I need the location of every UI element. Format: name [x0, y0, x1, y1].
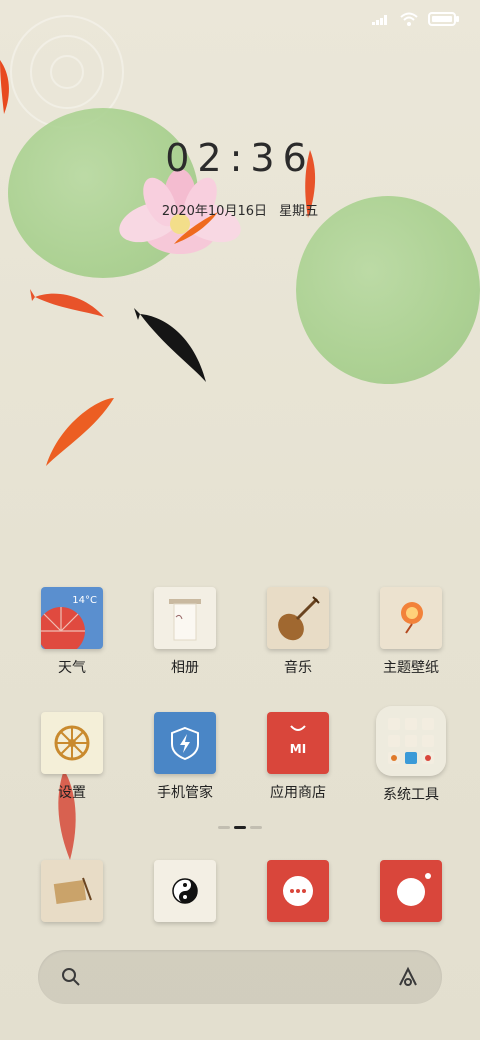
pipa-icon [267, 587, 329, 649]
page-dot-active[interactable] [234, 826, 246, 829]
search-icon[interactable] [60, 966, 82, 988]
messaging-icon [267, 860, 329, 922]
lockscreen-clock: 02:36 [165, 136, 315, 180]
app-music[interactable]: 音乐 [243, 587, 353, 677]
lantern-icon [380, 587, 442, 649]
ripple [50, 55, 84, 89]
battery-icon [428, 12, 459, 26]
app-weather[interactable]: 14°C 天气 [17, 587, 127, 677]
app-folder-tools[interactable]: 系统工具 [356, 706, 466, 804]
lily-pad [296, 196, 480, 384]
app-settings[interactable]: 设置 [17, 712, 127, 802]
folder-icon [376, 706, 446, 776]
page-indicator [0, 826, 480, 829]
wheel-icon [41, 712, 103, 774]
gallery-icon [154, 587, 216, 649]
status-bar [0, 0, 480, 40]
camera-icon [380, 860, 442, 922]
koi-fish-black [134, 308, 206, 382]
app-label: 系统工具 [383, 787, 439, 803]
app-label: 设置 [58, 785, 86, 801]
store-mark: MI [289, 742, 307, 756]
app-label: 天气 [58, 660, 86, 676]
weekday-text: 星期五 [279, 204, 319, 219]
koi-fish-orange [46, 398, 114, 466]
search-bar[interactable] [38, 950, 442, 1004]
scroll-icon [41, 860, 103, 922]
signal-icon [372, 15, 387, 25]
app-label: 应用商店 [270, 785, 326, 801]
app-label: 主题壁纸 [383, 660, 439, 676]
app-store[interactable]: MI 应用商店 [243, 712, 353, 802]
weather-umbrella-icon: 14°C [41, 587, 103, 649]
wifi-icon [400, 12, 418, 26]
app-themes[interactable]: 主题壁纸 [356, 587, 466, 677]
dock-app-scroll[interactable] [17, 860, 127, 922]
assistant-icon[interactable] [396, 965, 420, 989]
koi-fish-edge [0, 60, 9, 114]
dock-app-yinyang[interactable] [130, 860, 240, 922]
page-dot[interactable] [250, 826, 262, 829]
app-security[interactable]: 手机管家 [130, 712, 240, 802]
app-gallery[interactable]: 相册 [130, 587, 240, 677]
weather-temperature: 14°C [72, 595, 97, 606]
lockscreen-date: 2020年10月16日 星期五 [0, 200, 480, 219]
date-text: 2020年10月16日 [161, 204, 267, 219]
app-label: 手机管家 [157, 785, 213, 801]
yin-yang-icon [154, 860, 216, 922]
dock-app-camera[interactable] [356, 860, 466, 922]
shield-bolt-icon [154, 712, 216, 774]
page-dot[interactable] [218, 826, 230, 829]
dock-app-messaging[interactable] [243, 860, 353, 922]
app-label: 相册 [171, 660, 199, 676]
koi-fish-red [30, 289, 104, 317]
app-label: 音乐 [284, 660, 312, 676]
mi-store-icon: MI [267, 712, 329, 774]
